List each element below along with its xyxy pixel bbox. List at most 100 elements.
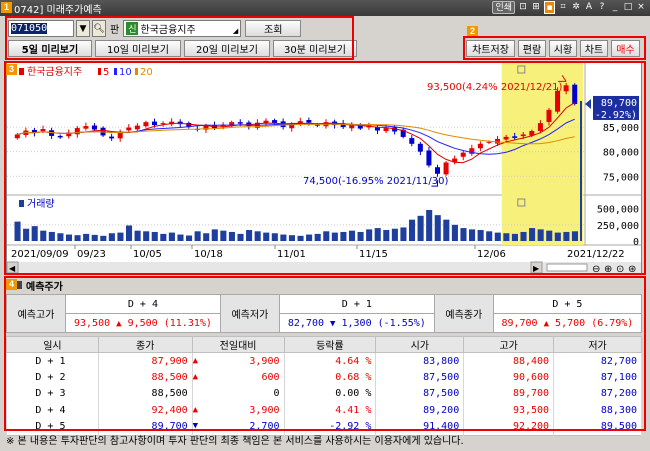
scroll-right-icon: ▶	[533, 264, 540, 273]
table-row: D + 4 92,400 ▲ 3,900 4.41 % 89,200 93,500 88,30…	[6, 402, 642, 419]
cell-day: D + 4	[6, 402, 99, 419]
price-chart[interactable]: 85,000 80,000 75,000 89,700(-2.92%) 500,000 2…	[6, 63, 641, 275]
volume-bar	[228, 231, 235, 241]
lock-icon[interactable]: ⊡	[518, 1, 528, 14]
zoom-out-icon: ⊖	[592, 264, 600, 273]
legend-ma5: 5	[103, 67, 109, 78]
window-link-icon[interactable]: ⌗	[558, 1, 568, 14]
memo-icon[interactable]: ▪	[544, 1, 555, 14]
cell-rate: 4.64 %	[283, 352, 377, 370]
candle-body	[435, 167, 440, 174]
legend-ma20: 20	[140, 67, 153, 78]
tab-5day-preview[interactable]: 5일 미리보기	[8, 40, 92, 57]
volume-bar	[537, 229, 544, 241]
search-button[interactable]: 🔍︎	[92, 20, 106, 37]
chevron-down-icon: ▼	[79, 23, 87, 34]
volume-bar	[366, 229, 373, 241]
cell-low: 82,700	[553, 352, 642, 370]
code-tag: 판	[110, 25, 120, 36]
maximize-icon[interactable]: □	[623, 1, 633, 14]
tab-10day-preview[interactable]: 10일 미리보기	[95, 40, 181, 57]
volume-bar	[14, 221, 21, 241]
chart-button[interactable]: 차트	[580, 40, 608, 57]
cell-high: 90,600	[463, 369, 555, 386]
up-arrow-icon: ▲	[192, 405, 199, 416]
link-icon[interactable]: ⊞	[531, 1, 541, 14]
dropdown-corner-icon: ◢	[232, 27, 239, 35]
cell-high: 93,500	[463, 402, 555, 419]
col-open: 시가	[375, 336, 465, 353]
volume-bar	[57, 233, 64, 241]
settings-icon[interactable]: ✲	[571, 1, 581, 14]
price-tick-label: 85,000	[603, 123, 639, 134]
badge-4: 4	[6, 279, 17, 290]
volume-tick-label: 500,000	[597, 205, 639, 216]
volume-bar	[220, 230, 227, 241]
font-icon[interactable]: A	[584, 1, 594, 14]
candle-body	[83, 126, 89, 129]
current-price-marker	[585, 98, 591, 109]
cell-close: 88,500	[97, 385, 193, 403]
date-tick-label: 09/23	[77, 249, 106, 260]
forecast-high-label: 예측고가	[6, 294, 66, 333]
candle-body	[383, 128, 389, 132]
volume-bar	[314, 233, 321, 241]
volume-bar	[237, 233, 244, 241]
candle-body	[512, 136, 518, 138]
candle-body	[520, 134, 526, 137]
volume-bar	[546, 230, 553, 241]
up-arrow-icon: ▲	[192, 355, 199, 366]
stock-code-input[interactable]: 071050	[8, 20, 74, 37]
candle-body	[74, 128, 80, 135]
buy-button[interactable]: 매수	[611, 40, 640, 57]
forecast-high-day: D + 4	[65, 294, 221, 314]
cell-high: 88,400	[463, 352, 555, 370]
col-high: 고가	[463, 336, 555, 353]
close-icon[interactable]: ×	[636, 1, 646, 14]
cell-day: D + 3	[6, 385, 99, 403]
volume-bar	[383, 230, 390, 241]
volume-bar	[48, 231, 55, 241]
col-date: 일시	[6, 336, 99, 353]
tab-30min-preview[interactable]: 30분 미리보기	[273, 40, 357, 57]
volume-bar	[529, 228, 536, 241]
volume-bar	[100, 235, 107, 241]
minimize-icon[interactable]: _	[610, 1, 620, 14]
handbook-button[interactable]: 편람	[518, 40, 546, 57]
cell-open: 83,800	[375, 352, 465, 370]
candle-body	[143, 122, 149, 127]
col-diff: 전일대비	[191, 336, 285, 353]
tab-20day-preview[interactable]: 20일 미리보기	[184, 40, 270, 57]
print-icon[interactable]: 인쇄	[492, 1, 515, 14]
date-tick-label: 2021/09/09	[11, 249, 69, 260]
stock-name-field[interactable]: 신 한국금융지주 ◢	[123, 20, 242, 37]
cell-diff: ▲ 600	[191, 369, 285, 386]
volume-bar	[263, 232, 270, 241]
query-button[interactable]: 조회	[245, 20, 302, 37]
volume-bar	[74, 235, 81, 241]
volume-legend-label: 거래량	[27, 198, 55, 210]
save-chart-button[interactable]: 차트저장	[466, 40, 515, 57]
code-dropdown-button[interactable]: ▼	[76, 20, 90, 37]
volume-bar	[194, 231, 201, 241]
cell-open: 87,500	[375, 385, 465, 403]
more-icon: ⊛	[628, 264, 636, 273]
volume-bar	[554, 232, 561, 241]
volume-bar	[160, 233, 167, 241]
reset-icon: ⊙	[616, 264, 624, 273]
price-tick-label: 80,000	[603, 148, 639, 159]
volume-bar	[323, 231, 330, 241]
candle-body	[126, 127, 132, 131]
candle-body	[134, 125, 140, 130]
volume-bar	[486, 231, 493, 241]
cell-open: 87,500	[375, 369, 465, 386]
forecast-summary-table: 예측고가 D + 4 예측저가 D + 1 예측종가 D + 5 93,500 …	[6, 294, 643, 333]
cell-day: D + 1	[6, 352, 99, 370]
col-low: 저가	[553, 336, 642, 353]
volume-bar	[211, 229, 218, 241]
volume-bar	[451, 224, 458, 241]
help-icon[interactable]: ?	[597, 1, 607, 14]
forecast-detail-table: 일시 종가 전일대비 등락률 시가 고가 저가 D + 1 87,900 ▲ 3,90…	[6, 336, 642, 436]
market-news-button[interactable]: 시황	[549, 40, 577, 57]
badge-2: 2	[467, 26, 478, 37]
